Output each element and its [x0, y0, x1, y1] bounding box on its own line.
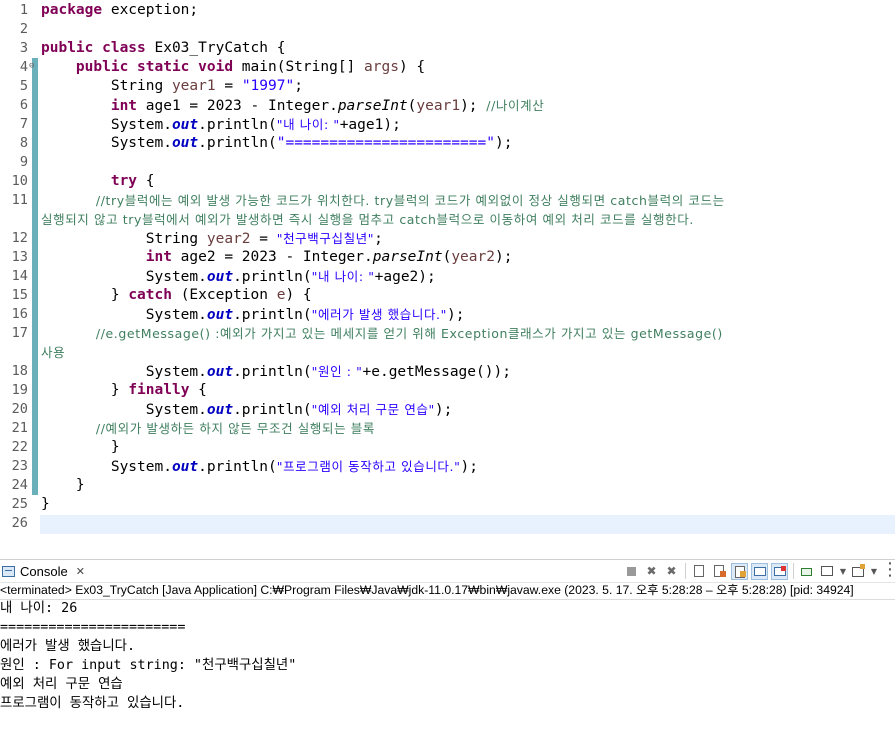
- code-line: public class Ex03_TryCatch {: [41, 40, 286, 56]
- current-line-highlight: [40, 515, 895, 534]
- show-on-stderr-icon[interactable]: [771, 562, 788, 580]
- code-line: }: [41, 496, 50, 512]
- code-comment-line: //예외가 발생하든 하지 않든 무조건 실행되는 블록: [41, 421, 375, 436]
- code-line: package exception;: [41, 2, 199, 18]
- line-number: 20: [11, 401, 28, 417]
- code-line: System.out.println("====================…: [41, 135, 513, 151]
- dropdown-icon[interactable]: ▼: [870, 563, 878, 580]
- line-number: 5: [19, 78, 28, 94]
- code-line: System.out.println("원인 : "+e.getMessage(…: [41, 364, 511, 380]
- code-line: int age1 = 2023 - Integer.parseInt(year1…: [41, 98, 545, 114]
- code-line: String year2 = "천구백구십칠년";: [41, 231, 383, 247]
- console-view-bar: Console ✕ ✖ ✖ ▼ ▼ ⋮: [0, 559, 895, 583]
- terminate-icon[interactable]: [623, 563, 640, 580]
- line-number: 22: [11, 439, 28, 455]
- console-output-line: 내 나이: 26: [0, 601, 78, 616]
- code-line: try {: [41, 173, 155, 189]
- console-output-line: 원인 : For input string: "천구백구십칠년": [0, 658, 297, 673]
- code-line: }: [41, 439, 120, 455]
- code-editor[interactable]: 1 2 3 4 ⊖ 5 6 7 8 9 10 11 12 13 14 15 16…: [0, 0, 895, 552]
- line-number: 6: [19, 97, 28, 113]
- show-on-stdout-icon[interactable]: [751, 562, 768, 580]
- line-number: 25: [11, 496, 28, 512]
- scroll-lock-icon[interactable]: [711, 563, 728, 580]
- display-console-icon[interactable]: [819, 563, 836, 580]
- pin-console-icon[interactable]: [799, 563, 816, 580]
- remove-launch-icon[interactable]: ✖: [643, 563, 660, 580]
- line-number: 15: [11, 287, 28, 303]
- console-tab-label: Console: [20, 563, 68, 579]
- line-number: 11: [11, 192, 28, 208]
- line-number: 8: [19, 135, 28, 151]
- console-output-line: 에러가 발생 했습니다.: [0, 639, 136, 654]
- code-line: }: [41, 477, 85, 493]
- line-number: 9: [19, 154, 28, 170]
- code-line: System.out.println("예외 처리 구문 연습");: [41, 402, 453, 418]
- line-number: 24: [11, 477, 28, 493]
- line-number: 23: [11, 458, 28, 474]
- line-number: 10: [11, 173, 28, 189]
- code-line: } catch (Exception e) {: [41, 287, 312, 303]
- console-tab[interactable]: Console ✕: [2, 561, 85, 581]
- line-number: 21: [11, 420, 28, 436]
- code-line: System.out.println("내 나이: "+age1);: [41, 117, 401, 133]
- console-output[interactable]: 내 나이: 26 ======================= 에러가 발생 …: [0, 599, 296, 713]
- code-line: public static void main(String[] args) {: [41, 59, 426, 75]
- fold-collapse-icon[interactable]: ⊖: [29, 57, 34, 76]
- view-menu-icon[interactable]: ⋮: [881, 560, 895, 580]
- line-number: 1: [19, 2, 28, 18]
- line-number: 2: [19, 21, 28, 37]
- line-number: 7: [19, 116, 28, 132]
- line-number: 19: [11, 382, 28, 398]
- open-console-icon[interactable]: [850, 563, 867, 580]
- line-number: 4: [19, 59, 28, 75]
- line-number: 12: [11, 230, 28, 246]
- console-toolbar: ✖ ✖ ▼ ▼ ⋮: [623, 560, 895, 580]
- code-line: int age2 = 2023 - Integer.parseInt(year2…: [41, 249, 513, 265]
- code-comment-wrap: 실행되지 않고 try블럭에서 예외가 발생하면 즉시 실행을 멈추고 catc…: [41, 212, 694, 227]
- console-output-line: =======================: [0, 620, 186, 635]
- code-line: } finally {: [41, 382, 207, 398]
- line-number: 18: [11, 363, 28, 379]
- word-wrap-icon[interactable]: [731, 562, 748, 580]
- console-status-line: <terminated> Ex03_TryCatch [Java Applica…: [0, 582, 895, 600]
- line-number: 13: [11, 249, 28, 265]
- dropdown-icon[interactable]: ▼: [839, 563, 847, 580]
- line-number: 26: [11, 515, 28, 531]
- console-output-line: 예외 처리 구문 연습: [0, 677, 123, 692]
- close-icon[interactable]: ✕: [76, 565, 85, 578]
- console-icon: [2, 565, 15, 577]
- code-comment-line: //e.getMessage() :예외가 가지고 있는 메세지를 얻기 위해 …: [41, 326, 723, 341]
- console-output-line: 프로그램이 동작하고 있습니다.: [0, 696, 185, 711]
- clear-console-icon[interactable]: [691, 563, 708, 580]
- line-number: 14: [11, 268, 28, 284]
- change-marker-bar: [32, 58, 38, 495]
- code-line: System.out.println("프로그램이 동작하고 있습니다.");: [41, 459, 478, 475]
- code-comment-line: //try블럭에는 예외 발생 가능한 코드가 위치한다. try블럭의 코드가…: [41, 193, 725, 208]
- code-line: String year1 = "1997";: [41, 78, 303, 94]
- line-number: 3: [19, 40, 28, 56]
- code-line: System.out.println("에러가 발생 했습니다.");: [41, 307, 465, 323]
- line-number: 16: [11, 306, 28, 322]
- code-comment-wrap: 사용: [41, 345, 66, 360]
- code-line: System.out.println("내 나이: "+age2);: [41, 269, 436, 285]
- remove-all-icon[interactable]: ✖: [663, 563, 680, 580]
- line-number: 17: [11, 325, 28, 341]
